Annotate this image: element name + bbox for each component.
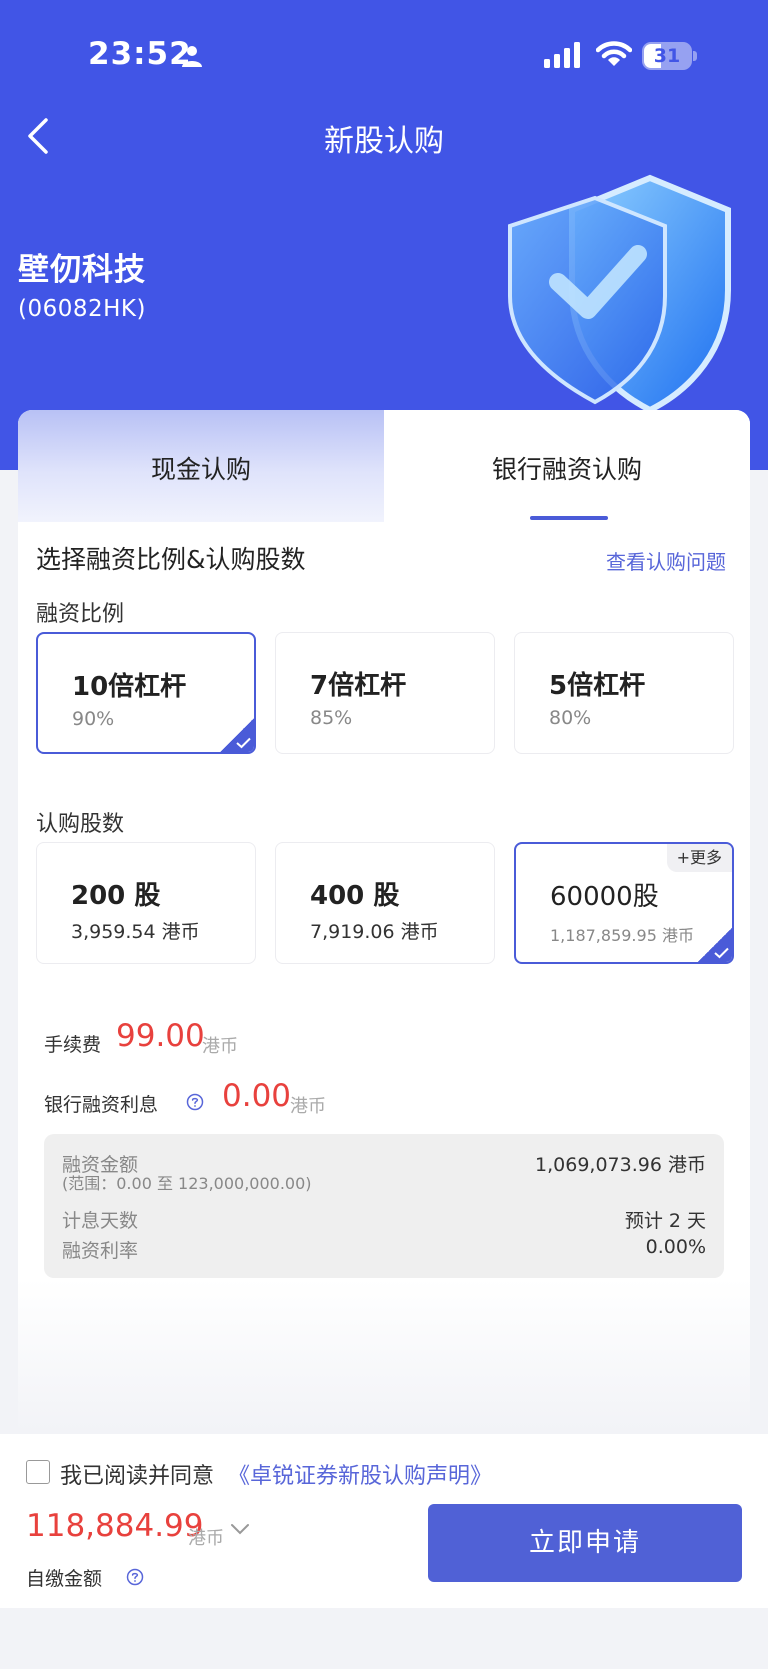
shares-option-qty: 200 股 (71, 881, 161, 911)
check-icon (698, 928, 732, 962)
fee-value: 99.00 (116, 1018, 205, 1054)
home-indicator-area (0, 1608, 768, 1669)
interest-unit: 港币 (290, 1096, 326, 1117)
shield-icon (508, 174, 731, 414)
ratio-option-10x[interactable]: 10倍杠杆 90% (36, 632, 256, 754)
battery-icon: 31 (642, 42, 697, 70)
apply-button[interactable]: 立即申请 (428, 1504, 742, 1582)
financing-rate-value: 0.00% (645, 1236, 706, 1258)
help-icon[interactable] (186, 1093, 204, 1111)
section-title: 选择融资比例&认购股数 (36, 545, 306, 574)
self-pay-label: 自缴金额 (26, 1568, 103, 1590)
interest-days-label: 计息天数 (62, 1210, 139, 1232)
status-bar: 23:52 31 (0, 0, 768, 110)
financing-details: 融资金额 1,069,073.96 港币 (范围：0.00 至 123,000,… (44, 1134, 724, 1278)
shares-option-qty: 400 股 (310, 881, 400, 911)
interest-value: 0.00 (222, 1078, 292, 1114)
agree-text: 我已阅读并同意 (60, 1464, 215, 1489)
shares-label: 认购股数 (36, 812, 125, 837)
page-title: 新股认购 (324, 124, 444, 159)
tab-cash-subscription[interactable]: 现金认购 (18, 410, 384, 522)
tab-bank-label: 银行融资认购 (491, 455, 642, 484)
ratio-option-title: 10倍杠杆 (72, 672, 187, 702)
battery-level: 31 (653, 45, 681, 67)
ratio-option-title: 5倍杠杆 (549, 671, 646, 701)
shares-option-400[interactable]: 400 股 7,919.06 港币 (275, 842, 495, 964)
person-icon (182, 46, 202, 67)
more-shares-tag[interactable]: +更多 (666, 844, 732, 872)
financing-rate-label: 融资利率 (62, 1240, 139, 1262)
check-icon (220, 718, 254, 752)
status-time: 23:52 (88, 36, 192, 72)
fee-label: 手续费 (44, 1034, 102, 1056)
shares-option-qty: 60000股 (550, 882, 659, 912)
signal-icon (544, 42, 580, 68)
tab-cash-label: 现金认购 (150, 455, 251, 484)
stock-code: (06082HK) (18, 296, 146, 322)
shares-option-amount: 7,919.06 港币 (310, 921, 439, 943)
shares-option-200[interactable]: 200 股 3,959.54 港币 (36, 842, 256, 964)
stock-name: 壁仞科技 (18, 252, 146, 288)
wifi-icon (596, 41, 632, 66)
agree-checkbox[interactable] (26, 1460, 50, 1484)
fee-unit: 港币 (202, 1036, 238, 1057)
ratio-option-5x[interactable]: 5倍杠杆 80% (514, 632, 734, 754)
self-pay-unit: 港币 (188, 1528, 224, 1549)
ratio-option-percent: 85% (310, 707, 353, 729)
subscription-card: 现金认购 银行融资认购 选择融资比例&认购股数 查看认购问题 融资比例 10倍杠… (18, 410, 750, 1432)
chevron-down-icon[interactable] (230, 1522, 250, 1536)
self-pay-amount: 118,884.99 (26, 1508, 204, 1544)
shares-option-60000[interactable]: +更多 60000股 1,187,859.95 港币 (514, 842, 734, 964)
agreement-link[interactable]: 《卓锐证券新股认购声明》 (228, 1458, 492, 1490)
interest-label: 银行融资利息 (44, 1094, 159, 1116)
shares-option-amount: 1,187,859.95 港币 (550, 926, 694, 945)
ratio-option-percent: 90% (72, 708, 115, 730)
ratio-option-percent: 80% (549, 707, 592, 729)
financing-amount-range: (范围：0.00 至 123,000,000.00) (62, 1174, 312, 1193)
help-icon[interactable] (126, 1568, 144, 1586)
tab-bank-financing[interactable]: 银行融资认购 (384, 410, 750, 522)
bottom-action-bar: 我已阅读并同意 《卓锐证券新股认购声明》 118,884.99 港币 自缴金额 … (0, 1434, 768, 1608)
faq-link[interactable]: 查看认购问题 (606, 546, 726, 575)
interest-days-value: 预计 2 天 (624, 1210, 706, 1232)
ratio-label: 融资比例 (36, 602, 125, 627)
ratio-option-title: 7倍杠杆 (310, 671, 407, 701)
financing-amount-value: 1,069,073.96 港币 (535, 1154, 706, 1176)
shares-option-amount: 3,959.54 港币 (71, 921, 200, 943)
ratio-option-7x[interactable]: 7倍杠杆 85% (275, 632, 495, 754)
tab-active-indicator (530, 516, 608, 520)
